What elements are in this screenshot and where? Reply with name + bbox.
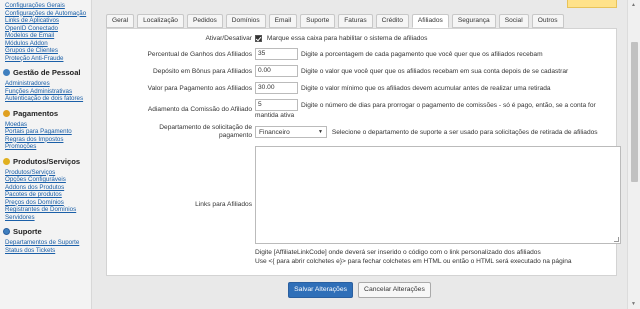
enable-label: Ativar/Desativar — [205, 35, 252, 42]
tab-localizacao[interactable]: Localização — [137, 14, 184, 28]
tab-geral[interactable]: Geral — [106, 14, 135, 28]
payout-label: Valor para Pagamento aos Afiliados — [147, 85, 252, 92]
sidebar-section-title: Produtos/Serviços — [13, 156, 81, 166]
percent-input[interactable]: 35 — [255, 48, 298, 60]
sidebar-config-links: Configurações Gerais Configurações de Aut… — [0, 2, 91, 62]
tab-social[interactable]: Social — [498, 14, 529, 28]
main-content: Geral Localização Pedidos Domínios Email Supo… — [92, 0, 627, 309]
links-help-line1: Digite [AffiliateLinkCode] onde deverá s… — [255, 249, 541, 256]
support-icon — [3, 228, 10, 235]
links-label: Links para Afiliados — [195, 201, 252, 208]
settings-tabs: Geral Localização Pedidos Domínios Email Supo… — [106, 14, 564, 28]
tab-credito[interactable]: Crédito — [375, 14, 409, 28]
affiliate-links-textarea[interactable] — [255, 146, 621, 244]
tab-pedidos[interactable]: Pedidos — [186, 14, 223, 28]
sidebar-link[interactable]: Opções Configuráveis — [0, 176, 91, 184]
sidebar-link[interactable]: Addons dos Produtos — [0, 184, 91, 192]
products-icon — [3, 157, 10, 165]
tab-email[interactable]: Email — [268, 14, 298, 28]
sidebar: Configurações Gerais Configurações de Aut… — [0, 0, 92, 309]
sidebar-link[interactable]: Administradores — [0, 80, 91, 88]
payout-hint: Digite o valor mínimo que os afiliados d… — [301, 84, 551, 92]
affiliates-panel: Ativar/Desativar Marque essa caixa para … — [106, 28, 621, 276]
scroll-up-icon[interactable]: ▲ — [631, 2, 636, 8]
sidebar-link[interactable]: Proteção Anti-Fraude — [0, 55, 91, 63]
enable-hint: Marque essa caixa para habilitar o siste… — [266, 35, 428, 42]
sidebar-link[interactable]: Servidores — [0, 214, 91, 222]
sidebar-link[interactable]: OpenID Conectado — [0, 25, 91, 33]
payout-input[interactable]: 30.00 — [255, 82, 298, 94]
users-icon — [3, 69, 10, 76]
sidebar-link[interactable]: Departamentos de Suporte — [0, 239, 91, 247]
sidebar-link[interactable]: Pacotes de produtos — [0, 191, 91, 199]
sidebar-link[interactable]: Registrantes de Domínios — [0, 206, 91, 214]
notification-badge[interactable] — [567, 0, 617, 8]
delay-label: Adiamento da Comissão do Afiliado — [147, 106, 252, 113]
sidebar-link[interactable]: Modelos de Email — [0, 32, 91, 40]
percent-label: Percentual de Ganhos dos Afiliados — [147, 51, 252, 58]
scroll-down-icon[interactable]: ▼ — [631, 301, 636, 307]
bonus-hint: Digite o valor que você quer que os afil… — [301, 67, 569, 75]
delay-hint: Digite o número de dias para prorrogar o… — [255, 101, 596, 120]
sidebar-section-title: Gestão de Pessoal — [13, 68, 81, 77]
sidebar-link[interactable]: Autenticação de dois fatores — [0, 95, 91, 103]
bonus-label: Depósito em Bônus para Afiliados — [153, 68, 252, 75]
sidebar-link[interactable]: Configurações Gerais — [0, 2, 91, 10]
links-help-line2: Use <{ para abrir colchetes e}> para fec… — [255, 258, 572, 265]
department-label: Departamento de solicitação de pagamento — [159, 124, 252, 140]
bonus-input[interactable]: 0.00 — [255, 65, 298, 77]
tab-seguranca[interactable]: Segurança — [451, 14, 496, 28]
department-select[interactable]: Financeiro ▼ — [255, 126, 327, 138]
sidebar-sections: Gestão de Pessoal Administradores Funções … — [0, 68, 91, 254]
sidebar-section-header: Gestão de Pessoal — [0, 68, 91, 77]
sidebar-link[interactable]: Promoções — [0, 143, 91, 151]
sidebar-link[interactable]: Grupos de Clientes — [0, 47, 91, 55]
percent-hint: Digite a porcentagem de cada pagamento q… — [301, 50, 543, 58]
sidebar-link[interactable]: Preços dos Domínios — [0, 199, 91, 207]
department-hint: Selecione o departamento de suporte a se… — [331, 128, 598, 136]
sidebar-section-header: Produtos/Serviços — [0, 157, 91, 166]
delay-input[interactable]: 5 — [255, 99, 298, 111]
enable-affiliates-checkbox[interactable] — [255, 35, 262, 42]
tab-suporte[interactable]: Suporte — [300, 14, 336, 28]
tab-dominios[interactable]: Domínios — [225, 14, 266, 28]
sidebar-link[interactable]: Configurações de Automação — [0, 10, 91, 18]
sidebar-link[interactable]: Módulos Addon — [0, 40, 91, 48]
resize-grip-icon[interactable] — [614, 237, 619, 242]
links-help: Digite [AffiliateLinkCode] onde deverá s… — [255, 248, 572, 266]
sidebar-link[interactable]: Regras dos Impostos — [0, 136, 91, 144]
payment-icon — [3, 109, 10, 117]
sidebar-section-header: Pagamentos — [0, 109, 91, 118]
tab-faturas[interactable]: Faturas — [338, 14, 373, 28]
cancel-button[interactable]: Cancelar Alterações — [358, 282, 431, 298]
form-actions: Salvar Alterações Cancelar Alterações — [92, 282, 627, 298]
sidebar-link[interactable]: Links de Aplicativos — [0, 17, 91, 25]
sidebar-link[interactable]: Status dos Tickets — [0, 247, 91, 255]
sidebar-link[interactable]: Portais para Pagamento — [0, 128, 91, 136]
scrollbar-thumb[interactable] — [631, 42, 638, 182]
sidebar-link[interactable]: Moedas — [0, 121, 91, 129]
sidebar-link[interactable]: Produtos/Serviços — [0, 169, 91, 177]
page-scrollbar[interactable]: ▲ ▼ — [627, 0, 640, 309]
sidebar-section-title: Pagamentos — [13, 108, 59, 118]
department-select-value: Financeiro — [259, 128, 290, 136]
save-button[interactable]: Salvar Alterações — [288, 282, 354, 298]
department-label-line1: Departamento de solicitação de — [159, 124, 252, 131]
tab-outros[interactable]: Outros — [531, 14, 564, 28]
chevron-down-icon: ▼ — [318, 129, 323, 135]
tab-afiliados[interactable]: Afiliados — [411, 14, 449, 28]
department-label-line2: pagamento — [219, 132, 252, 139]
sidebar-link[interactable]: Funções Administrativas — [0, 88, 91, 96]
sidebar-section-title: Suporte — [13, 227, 42, 236]
sidebar-section-header: Suporte — [0, 227, 91, 236]
